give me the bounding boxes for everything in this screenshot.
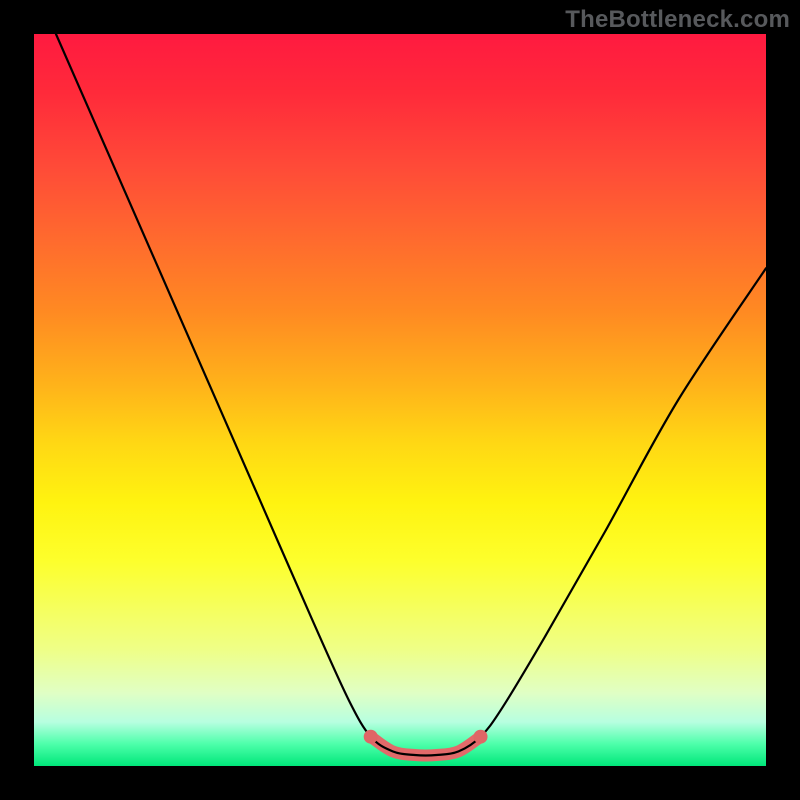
highlight-endpoint-dot [364, 730, 378, 744]
highlight-endpoint-dot [474, 730, 488, 744]
optimal-range-highlight [371, 737, 481, 756]
bottleneck-curve [56, 34, 766, 755]
plot-area [34, 34, 766, 766]
watermark-text: TheBottleneck.com [565, 6, 790, 34]
chart-frame: TheBottleneck.com [0, 0, 800, 800]
curve-layer [34, 34, 766, 766]
